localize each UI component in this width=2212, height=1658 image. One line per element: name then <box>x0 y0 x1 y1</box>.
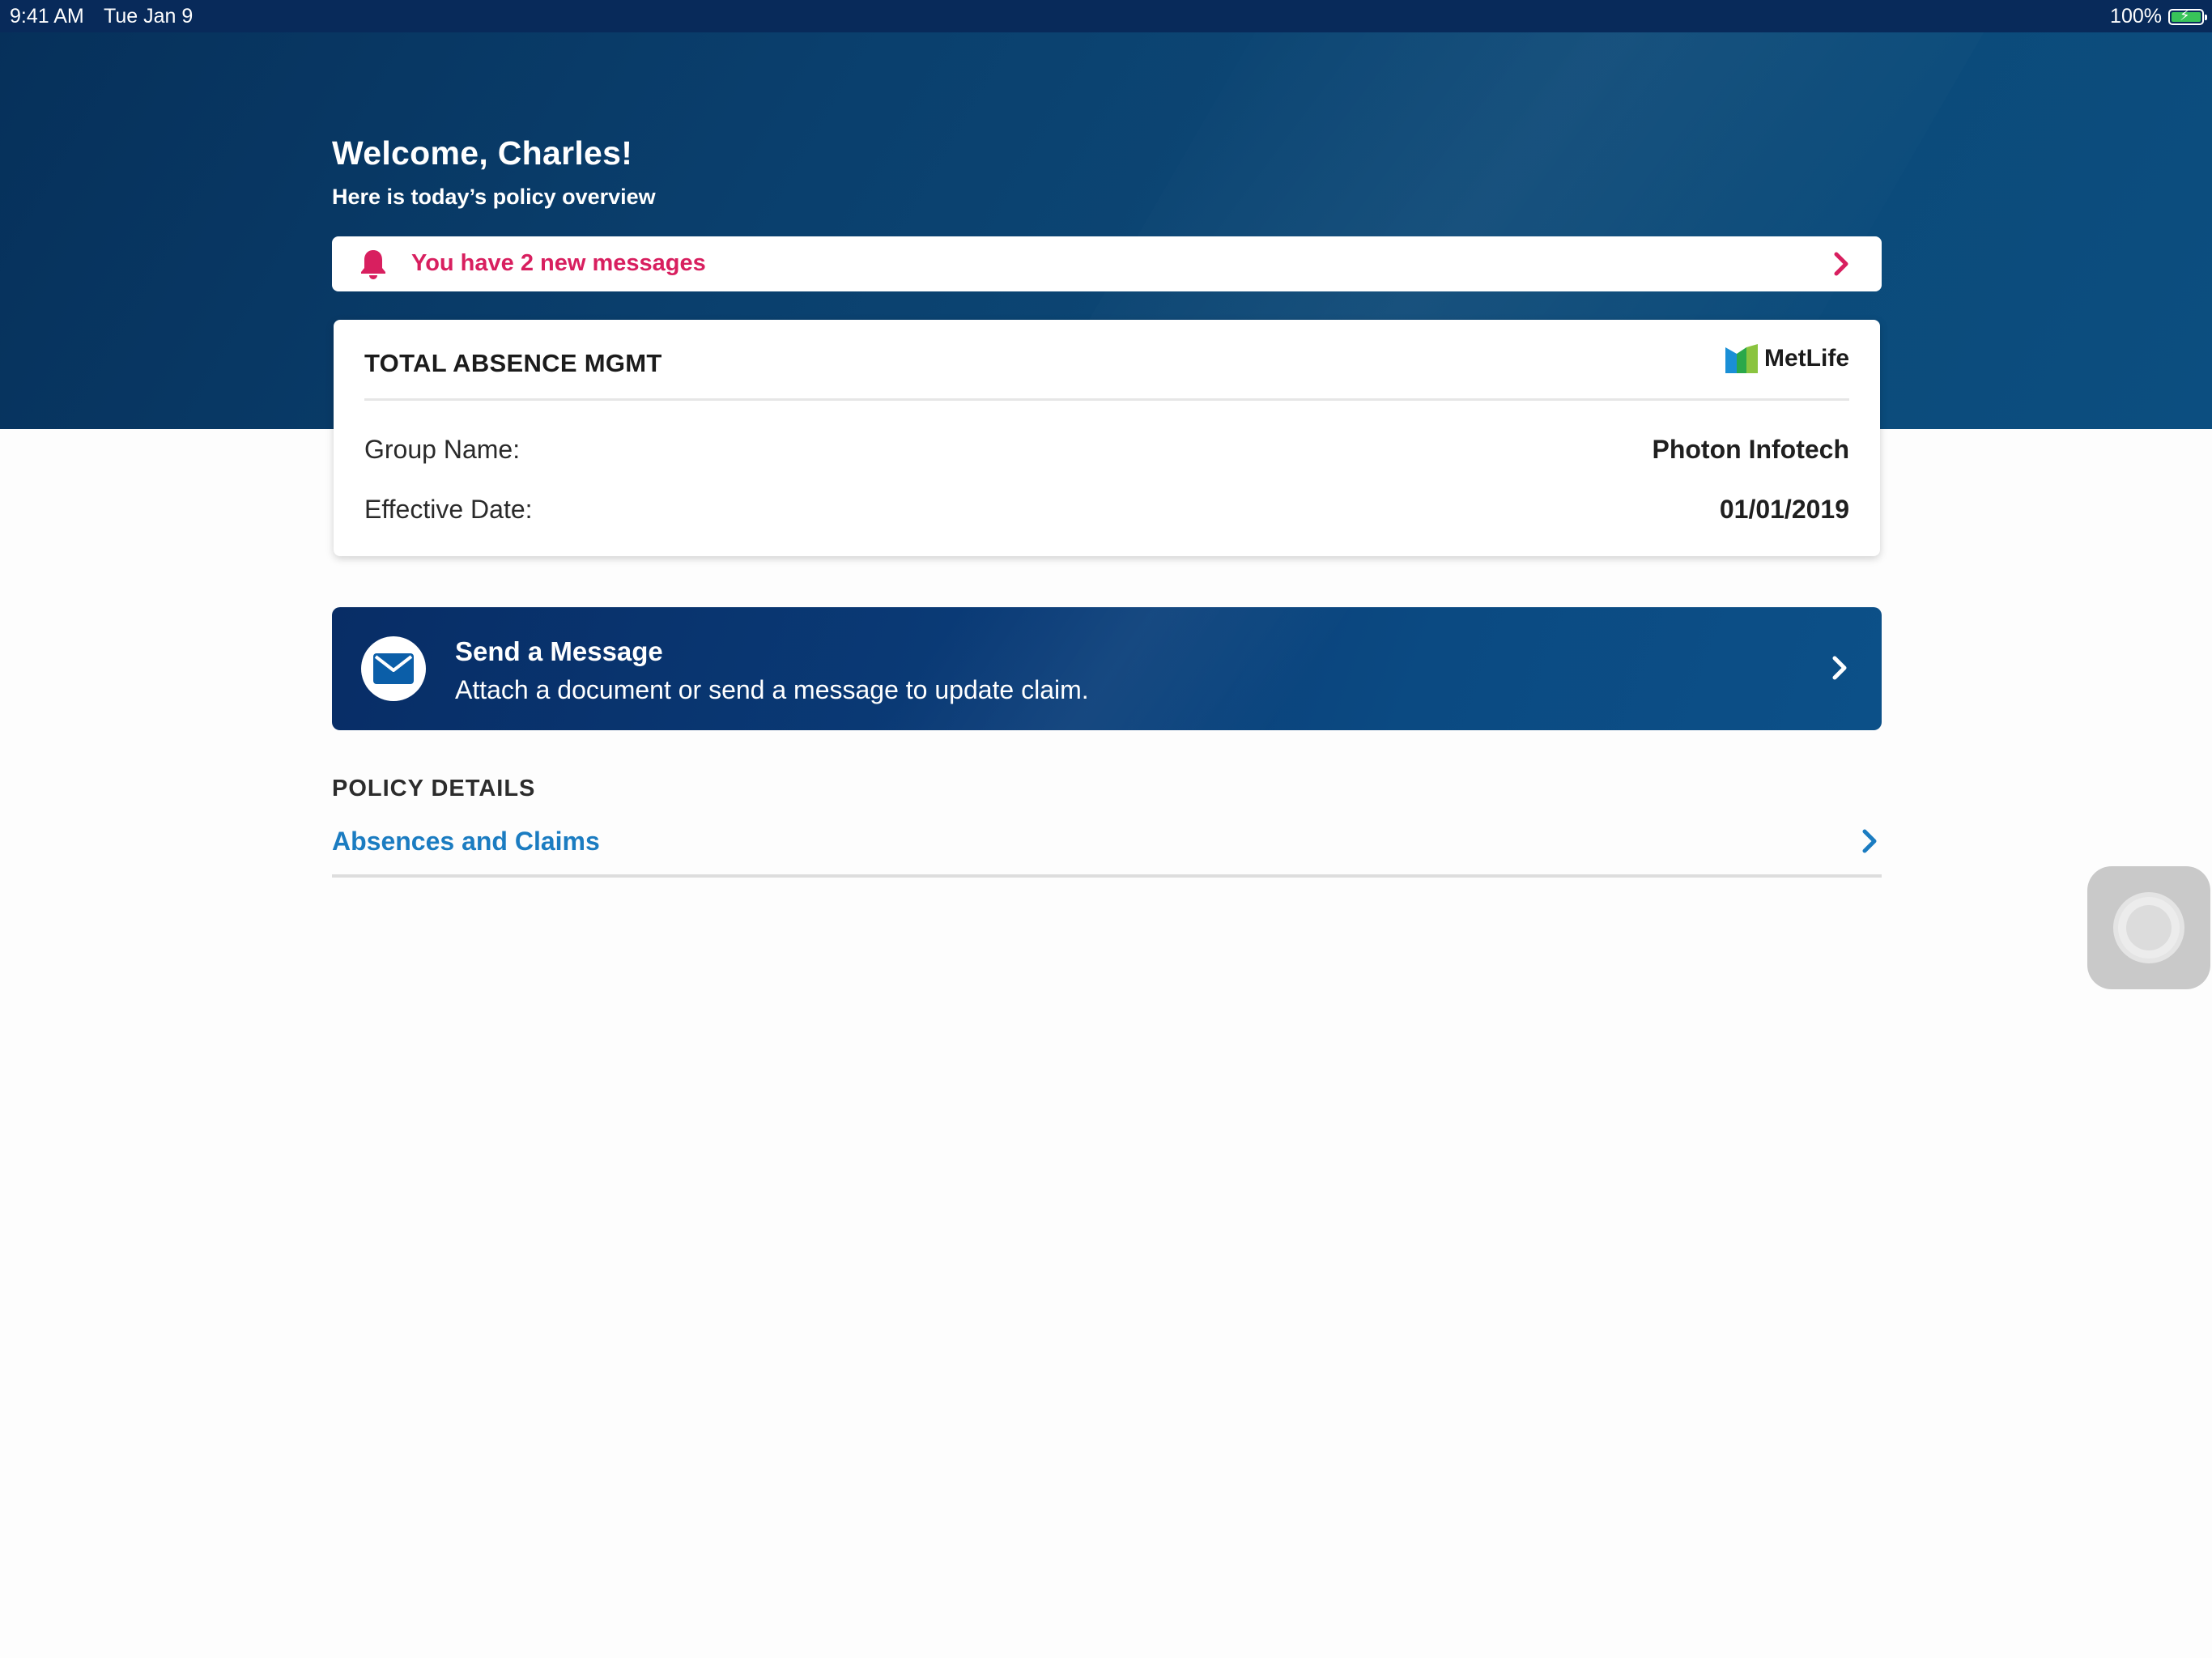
policy-card: TOTAL ABSENCE MGMT MetLife Group Name: P… <box>334 320 1880 556</box>
charging-battery-icon: ⚡ <box>2168 6 2207 25</box>
chevron-right-icon <box>1834 252 1848 276</box>
new-messages-text: You have 2 new messages <box>411 250 706 276</box>
status-date: Tue Jan 9 <box>104 5 194 28</box>
chevron-right-icon <box>1862 829 1877 853</box>
send-message-card[interactable]: Send a Message Attach a document or send… <box>332 607 1882 730</box>
absences-and-claims-link[interactable]: Absences and Claims <box>332 827 600 857</box>
policy-title: TOTAL ABSENCE MGMT <box>364 349 662 377</box>
metlife-mark-icon <box>1725 344 1758 373</box>
group-name-value: Photon Infotech <box>1652 435 1849 464</box>
group-name-label: Group Name: <box>364 435 521 464</box>
mail-icon-circle <box>361 636 426 701</box>
status-right: 100% ⚡ <box>2110 5 2207 28</box>
status-bar: 9:41 AM Tue Jan 9 100% ⚡ <box>0 0 2212 32</box>
charging-bolt-icon: ⚡ <box>2180 6 2190 23</box>
assistive-touch-ring <box>2118 897 2180 959</box>
assistive-touch-button[interactable] <box>2087 866 2210 989</box>
send-message-subtitle: Attach a document or send a message to u… <box>455 675 1089 704</box>
status-time: 9:41 AM <box>10 5 84 28</box>
bell-icon <box>361 250 385 279</box>
metlife-brand-text: MetLife <box>1764 345 1849 372</box>
welcome-subtitle: Here is today’s policy overview <box>332 185 656 209</box>
assistive-touch-dot <box>2126 905 2172 950</box>
effective-date-value: 01/01/2019 <box>1719 495 1849 524</box>
metlife-logo: MetLife <box>1725 344 1849 373</box>
battery-percent: 100% <box>2110 5 2162 28</box>
send-message-title: Send a Message <box>455 636 663 666</box>
welcome-title: Welcome, Charles! <box>332 134 633 172</box>
absences-and-claims-row[interactable]: Absences and Claims <box>332 816 1882 878</box>
policy-details-divider <box>332 874 1882 878</box>
policy-details-heading: POLICY DETAILS <box>332 776 536 801</box>
effective-date-label: Effective Date: <box>364 495 533 524</box>
policy-divider <box>364 398 1849 401</box>
mail-icon <box>373 653 414 684</box>
chevron-right-icon <box>1832 656 1847 680</box>
new-messages-banner[interactable]: You have 2 new messages <box>332 236 1882 291</box>
